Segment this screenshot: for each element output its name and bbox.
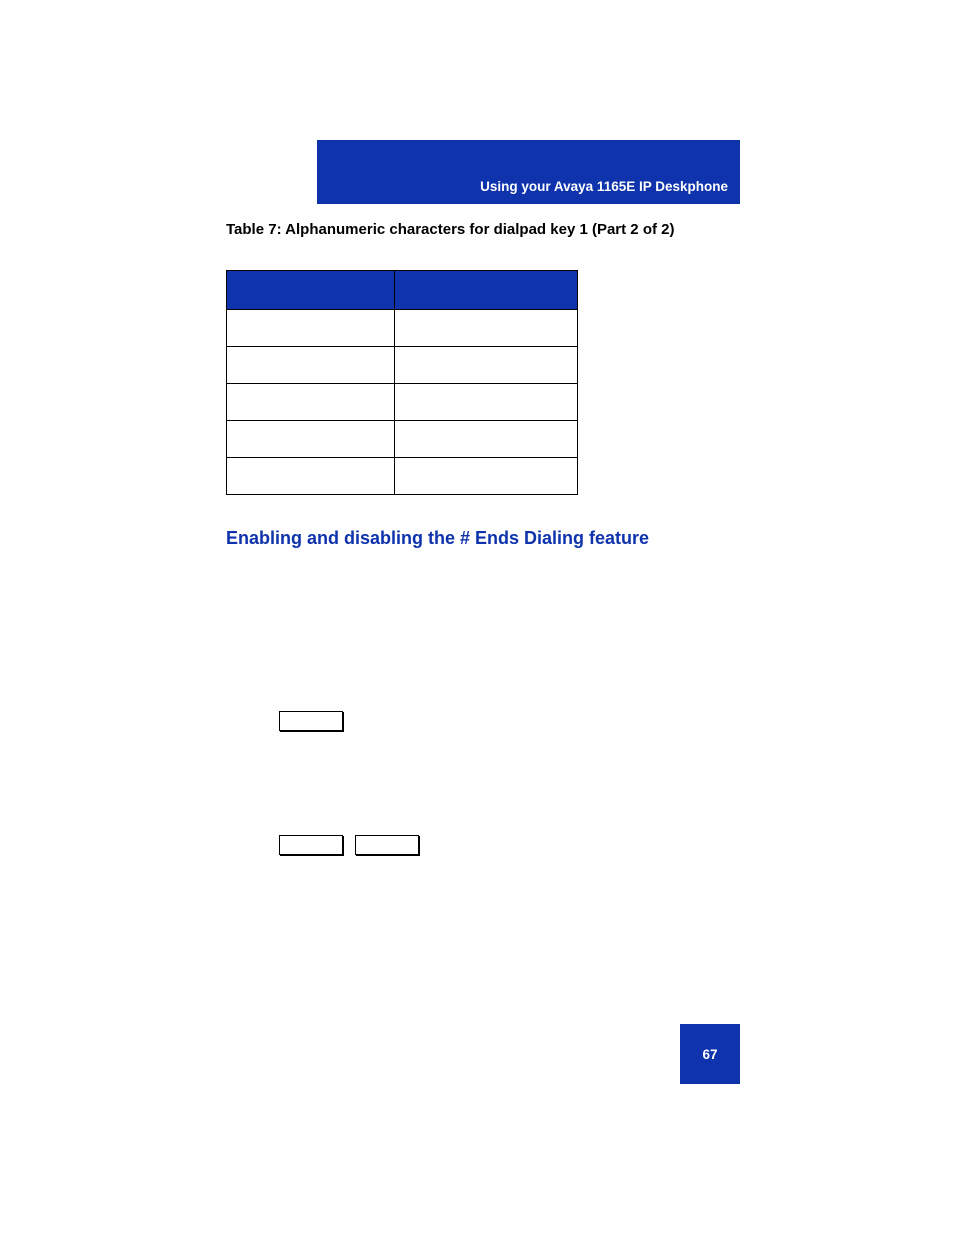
document-page: Using your Avaya 1165E IP Deskphone Tabl… — [0, 0, 954, 1235]
table-7 — [226, 270, 578, 495]
table-row — [227, 347, 578, 384]
table-row — [227, 458, 578, 495]
table-row — [227, 384, 578, 421]
table-row — [227, 421, 578, 458]
page-number: 67 — [702, 1047, 717, 1062]
table-caption: Table 7: Alphanumeric characters for dia… — [226, 220, 726, 240]
header-title: Using your Avaya 1165E IP Deskphone — [480, 179, 728, 194]
softkey-box — [355, 835, 419, 855]
page-number-box: 67 — [680, 1024, 740, 1084]
header-band: Using your Avaya 1165E IP Deskphone — [317, 140, 740, 204]
table-row — [227, 310, 578, 347]
softkey-box — [279, 835, 343, 855]
section-heading: Enabling and disabling the # Ends Dialin… — [226, 528, 649, 549]
softkey-box — [279, 711, 343, 731]
table-header-row — [227, 271, 578, 310]
